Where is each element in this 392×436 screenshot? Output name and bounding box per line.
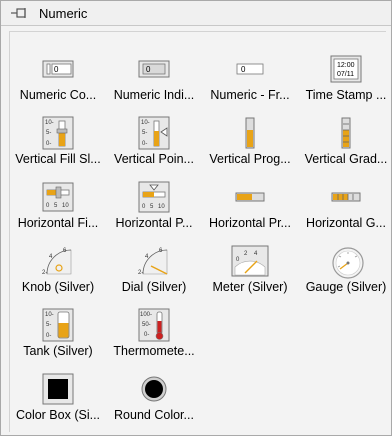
svg-text:100-: 100- <box>140 312 152 318</box>
numeric-indicator-icon: 0 <box>137 58 171 80</box>
palette-item-tank[interactable]: 10- 5- 0- Tank (Silver) <box>10 302 106 364</box>
svg-text:10-: 10- <box>45 312 54 318</box>
gauge-icon <box>328 243 364 279</box>
svg-text:50-: 50- <box>142 322 151 328</box>
palette-item-label: Numeric Co... <box>19 88 97 102</box>
palette-item-horizontal-progress-bar[interactable]: Horizontal Pr... <box>202 174 298 236</box>
palette-item-horizontal-graduated-bar[interactable]: Horizontal G... <box>298 174 392 236</box>
numeric-control-value: 0 <box>54 65 59 74</box>
palette-item-numeric-control[interactable]: 0 Numeric Co... <box>10 46 106 108</box>
tank-icon: 10- 5- 0- <box>41 308 75 342</box>
dial-icon: 2- 4 6 <box>137 244 171 278</box>
time-stamp-date: 07/11 <box>337 71 354 78</box>
palette-item-label: Vertical Grad... <box>304 152 388 166</box>
palette-item-numeric-indicator[interactable]: 0 Numeric Indi... <box>106 46 202 108</box>
palette-item-meter[interactable]: 024 Meter (Silver) <box>202 238 298 300</box>
horizontal-fill-slide-icon: 0 5 10 <box>41 182 75 212</box>
palette-item-dial[interactable]: 2- 4 6 Dial (Silver) <box>106 238 202 300</box>
palette-item-thermometer[interactable]: 100- 50- 0- Thermomete... <box>106 302 202 364</box>
palette-item-knob[interactable]: 2- 4 6 Knob (Silver) <box>10 238 106 300</box>
time-stamp-time: 12:00 <box>337 62 355 69</box>
palette-item-label: Horizontal Pr... <box>209 216 291 230</box>
color-box-icon <box>41 372 75 406</box>
svg-text:10-: 10- <box>45 120 54 126</box>
palette-item-label: Numeric Indi... <box>113 88 195 102</box>
numeric-indicator-value: 0 <box>146 65 151 74</box>
palette-item-label: Horizontal Fi... <box>17 216 99 230</box>
round-color-box-icon <box>137 372 171 406</box>
thermometer-icon: 100- 50- 0- <box>137 308 171 342</box>
palette-item-round-color-box[interactable]: Round Color... <box>106 366 202 428</box>
palette-item-label: Color Box (Si... <box>15 408 101 422</box>
palette-item-color-box[interactable]: Color Box (Si... <box>10 366 106 428</box>
knob-icon: 2- 4 6 <box>41 244 75 278</box>
svg-text:2-: 2- <box>138 270 143 276</box>
svg-text:10-: 10- <box>141 120 150 126</box>
svg-text:5-: 5- <box>46 322 51 328</box>
svg-text:0-: 0- <box>46 141 51 147</box>
palette-item-gauge[interactable]: Gauge (Silver) <box>298 238 392 300</box>
numeric-frameless-icon: 0 <box>233 58 267 80</box>
palette-item-horizontal-fill-slide[interactable]: 0 5 10 Horizontal Fi... <box>10 174 106 236</box>
palette-item-label: Vertical Fill Sl... <box>15 152 101 166</box>
vertical-pointer-slide-icon: 10- 5- 0- <box>137 116 171 150</box>
palette-item-vertical-progress-bar[interactable]: Vertical Prog... <box>202 110 298 172</box>
horizontal-pointer-slide-icon: 0 5 10 <box>137 181 171 213</box>
svg-text:10: 10 <box>158 204 165 210</box>
horizontal-graduated-bar-icon <box>329 187 363 207</box>
palette-item-vertical-graduated-bar[interactable]: Vertical Grad... <box>298 110 392 172</box>
palette-item-label: Gauge (Silver) <box>305 280 387 294</box>
numeric-frameless-value: 0 <box>241 65 246 74</box>
palette-item-label: Vertical Poin... <box>114 152 194 166</box>
palette-item-label: Round Color... <box>114 408 194 422</box>
svg-text:0-: 0- <box>144 332 149 338</box>
numeric-control-icon: 0 <box>41 58 75 80</box>
palette-titlebar: Numeric <box>1 1 391 26</box>
svg-text:10: 10 <box>62 203 69 209</box>
pin-icon[interactable] <box>11 7 31 19</box>
vertical-progress-bar-icon <box>233 116 267 150</box>
palette-item-label: Time Stamp ... <box>305 88 387 102</box>
time-stamp-icon: 12:00 07/11 <box>329 55 363 83</box>
palette-item-numeric-frameless[interactable]: 0 Numeric - Fr... <box>202 46 298 108</box>
palette-grid: 0 Numeric Co... 0 Numeric Indi... 0 Nume… <box>9 31 387 432</box>
meter-icon: 024 <box>231 245 269 277</box>
svg-text:5-: 5- <box>142 130 147 136</box>
palette-item-label: Thermomete... <box>113 344 195 358</box>
palette-item-vertical-pointer-slide[interactable]: 10- 5- 0- Vertical Poin... <box>106 110 202 172</box>
palette-item-label: Meter (Silver) <box>212 280 288 294</box>
palette-title: Numeric <box>39 6 88 21</box>
palette-item-label: Horizontal P... <box>115 216 193 230</box>
horizontal-progress-bar-icon <box>233 187 267 207</box>
svg-text:5-: 5- <box>46 130 51 136</box>
numeric-palette: Numeric 0 Numeric Co... 0 Numeric Indi..… <box>0 0 392 436</box>
svg-text:0-: 0- <box>46 333 51 339</box>
palette-item-label: Vertical Prog... <box>209 152 291 166</box>
vertical-fill-slide-icon: 10- 5- 0- <box>41 116 75 150</box>
palette-item-label: Horizontal G... <box>306 216 386 230</box>
vertical-graduated-bar-icon <box>329 116 363 150</box>
palette-item-label: Tank (Silver) <box>23 344 93 358</box>
palette-item-label: Knob (Silver) <box>21 280 95 294</box>
palette-item-horizontal-pointer-slide[interactable]: 0 5 10 Horizontal P... <box>106 174 202 236</box>
palette-item-label: Numeric - Fr... <box>210 88 290 102</box>
svg-text:2-: 2- <box>42 270 47 276</box>
palette-item-label: Dial (Silver) <box>121 280 187 294</box>
svg-text:0-: 0- <box>142 141 147 147</box>
palette-item-time-stamp[interactable]: 12:00 07/11 Time Stamp ... <box>298 46 392 108</box>
palette-item-vertical-fill-slide[interactable]: 10- 5- 0- Vertical Fill Sl... <box>10 110 106 172</box>
